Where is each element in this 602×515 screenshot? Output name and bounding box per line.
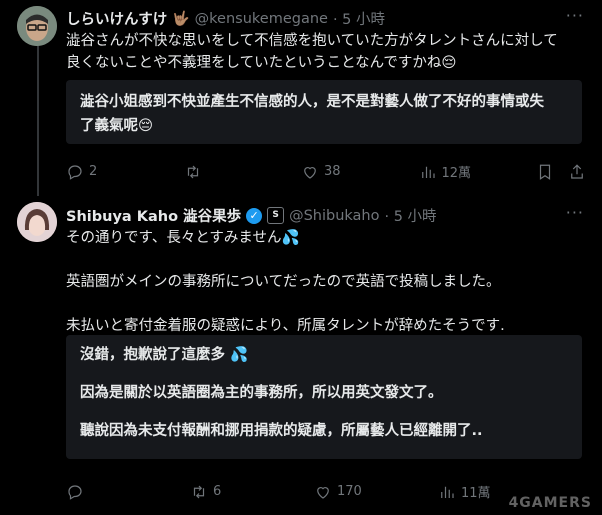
view-count: 12萬 [441,166,472,181]
tweet-header: しらいけんすけ 🤟🏽 @kensukemegane · 5 小時 [66,8,385,29]
bar-chart-icon [441,486,454,498]
tweet-text-line: 未払いと寄付金着服の疑惑により、所属タレントが辞めたそうです. [66,318,505,334]
like-button[interactable]: 38 [301,163,419,181]
translation-line: 因為是關於以英語圈為主的事務所，所以用英文發文了。 [80,385,443,401]
avatar[interactable] [17,6,57,46]
translation-box: 沒錯，抱歉說了這麼多 💦 因為是關於以英語圈為主的事務所，所以用英文發文了。 聽… [66,335,582,459]
retweet-icon [187,165,198,178]
view-count: 11萬 [461,486,491,501]
translation-line: 澁谷小姐感到不快並產生不信感的人，是不是對藝人做了不好的事情或失 [80,94,544,110]
thread-line [37,46,39,196]
reply-button[interactable]: 2 [66,163,184,181]
watermark-logo: 4GAMERS [508,495,592,511]
reply-icon [68,164,82,180]
heart-icon [317,486,329,499]
timestamp[interactable]: · 5 小時 [384,205,436,226]
like-count: 38 [324,164,341,179]
heart-icon [304,166,316,179]
tweet-text: 澁谷さんが不快な思いをして不信感を抱いていた方がタレントさんに対して 良くないこ… [66,30,578,74]
views-button[interactable]: 12萬 [419,162,537,181]
more-options-icon[interactable]: ··· [566,203,584,222]
retweet-button[interactable]: 6 [190,483,314,501]
name-emoji: 🤟🏽 [172,10,190,27]
display-name[interactable]: しらいけんすけ [66,8,167,29]
translation-line: 聽說因為未支付報酬和挪用捐款的疑慮，所屬藝人已經離開了.. [80,423,483,439]
bookmark-icon[interactable] [536,163,554,181]
tweet-text-line: 澁谷さんが不快な思いをして不信感を抱いていた方がタレントさんに対して [66,33,558,49]
retweet-count: 6 [213,484,222,499]
affiliate-badge-icon[interactable]: S [267,207,285,224]
handle[interactable]: @Shibukaho [289,208,379,224]
verified-badge-icon: ✓ [246,207,263,224]
display-name[interactable]: Shibuya Kaho 澁谷果歩 [66,205,241,226]
bar-chart-icon [421,166,435,178]
retweet-icon [193,485,205,498]
tweet-text-line: その通りです、長々とすみません💦 [66,230,300,246]
tweet-text-line: 英語圏がメインの事務所についてだったので英語で投稿しました。 [66,274,501,290]
avatar-photo-icon [17,202,57,242]
share-icon[interactable] [568,163,586,181]
handle[interactable]: @kensukemegane [195,11,328,27]
like-button[interactable]: 170 [314,483,438,501]
timestamp[interactable]: · 5 小時 [333,8,385,29]
like-count: 170 [337,484,362,499]
translation-box: 澁谷小姐感到不快並產生不信感的人，是不是對藝人做了不好的事情或失 了義氣呢😔 [66,80,582,144]
action-bar: 2 38 12萬 [66,162,586,181]
translation-line: 了義氣呢😔 [80,118,154,134]
avatar-photo-icon [17,6,57,46]
retweet-button[interactable] [184,163,302,181]
avatar[interactable] [17,202,57,242]
tweet-text-line: 良くないことや不義理をしていたということなんですかね😔 [66,55,457,71]
tweet-header: Shibuya Kaho 澁谷果歩 ✓ S @Shibukaho · 5 小時 [66,205,437,226]
reply-icon [68,484,82,500]
reply-button[interactable] [66,483,190,501]
share-actions [536,163,586,181]
more-options-icon[interactable]: ··· [566,6,584,25]
translation-line: 沒錯，抱歉說了這麼多 💦 [80,347,249,363]
reply-count: 2 [89,164,98,179]
